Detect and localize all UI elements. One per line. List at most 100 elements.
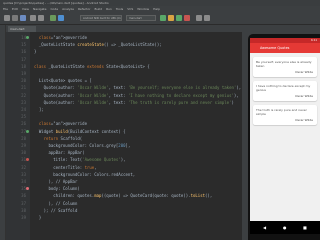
- code-editor[interactable]: class="an">@override _QuoteListState cre…: [30, 32, 242, 240]
- device-selector[interactable]: Android SDK built for x86 (mobile): [80, 15, 122, 21]
- menu-item-navigate[interactable]: Navigate: [33, 7, 46, 11]
- code-line: children: quotes.map((quote) => QuoteCar…: [34, 193, 213, 199]
- search-icon[interactable]: [204, 15, 210, 21]
- code-line: Quote(author: 'Oscar Wilde', text: 'Be y…: [34, 85, 242, 91]
- menu-item-run[interactable]: Run: [106, 7, 112, 11]
- line-number-gutter: 14 15 16 17 18 19 20 21 22 23 24 25 26 27 28 29 30 31 32 33…: [6, 32, 30, 240]
- menu-item-window[interactable]: Window: [137, 7, 149, 11]
- sync-icon[interactable]: [20, 15, 26, 21]
- code-line: ), // Column: [34, 200, 78, 206]
- menu-item-edit[interactable]: Edit: [12, 7, 18, 11]
- code-line: class _QuoteListState extends State<Quot…: [34, 63, 150, 69]
- quote-card: I have nothing to declare except my geni…: [253, 81, 317, 101]
- code-line: }: [34, 49, 37, 55]
- quote-text: Be yourself; everyone else is already ta…: [256, 60, 312, 68]
- code-line: Widget build(BuildContext context) {: [34, 128, 126, 134]
- quote-author: Oscar Wilde: [295, 94, 313, 98]
- run-icon[interactable]: [160, 15, 166, 21]
- quote-author: Oscar Wilde: [295, 70, 313, 74]
- app-bar: Awesome Quotes: [250, 43, 320, 53]
- app-body: Be yourself; everyone else is already ta…: [250, 53, 320, 221]
- code-line: body: Column(: [34, 186, 80, 192]
- undo-icon[interactable]: [30, 15, 36, 21]
- code-line: centerTitle: true,: [34, 164, 97, 170]
- line-number: 33: [21, 171, 26, 177]
- code-line: backgroundColor: Colors.redAccent,: [34, 171, 136, 177]
- line-number: 20: [21, 78, 26, 84]
- line-number: 23: [21, 99, 26, 105]
- menu-item-help[interactable]: Help: [153, 7, 160, 11]
- code-line: return Scaffold(: [43, 135, 83, 141]
- line-number: 27: [21, 128, 26, 134]
- menu-item-file[interactable]: File: [3, 7, 8, 11]
- menu-item-refactor[interactable]: Refactor: [78, 7, 91, 11]
- phone-nav-bar: ◀ ● ■: [250, 221, 320, 234]
- line-number: 22: [21, 92, 26, 98]
- quote-text: The truth is rarely pure and never simpl…: [256, 108, 307, 116]
- line-number: 26: [21, 121, 26, 127]
- code-line: Quote(author: 'Oscar Wilde', text: 'I ha…: [34, 92, 239, 98]
- gutter-marker-icon[interactable]: [26, 187, 29, 191]
- line-number: 24: [21, 107, 26, 112]
- line-number: 15: [21, 42, 26, 48]
- run-config-selector[interactable]: main.dart: [126, 15, 156, 21]
- quote-card: The truth is rarely pure and never simpl…: [253, 105, 317, 125]
- code-line: ];: [34, 107, 44, 112]
- line-number: 30: [21, 150, 26, 156]
- line-number: 19: [21, 71, 26, 76]
- line-number: 28: [21, 135, 26, 141]
- menu-item-analyze[interactable]: Analyze: [62, 7, 74, 11]
- line-number: 17: [21, 56, 26, 62]
- debug-icon[interactable]: [176, 15, 182, 21]
- status-time: 6:11: [311, 39, 317, 42]
- code-line: backgroundColor: Colors.grey[200],: [34, 143, 131, 148]
- line-number: 31: [21, 157, 26, 163]
- quote-author: Oscar Wilde: [295, 118, 313, 122]
- toolbar: Android SDK built for x86 (mobile) main.…: [0, 12, 320, 25]
- recents-icon[interactable]: ■: [303, 225, 307, 230]
- line-number: 38: [21, 207, 26, 213]
- code-line: appBar: AppBar(: [34, 150, 85, 156]
- line-number: 25: [21, 114, 26, 120]
- stop-icon[interactable]: [184, 15, 190, 21]
- line-number: 18: [21, 63, 26, 69]
- home-icon[interactable]: ●: [283, 225, 287, 230]
- line-number: 34: [21, 179, 26, 184]
- line-number: 21: [21, 85, 26, 91]
- code-line: List<Quote> quotes = [: [34, 78, 92, 84]
- code-line: Quote(author: 'Oscar Wilde', text: 'The …: [34, 99, 234, 105]
- line-number: 37: [21, 200, 26, 206]
- ide-window: quotes [D:\projects\quotes] - ...\lib\ma…: [0, 0, 320, 240]
- menu-item-vcs[interactable]: VCS: [127, 7, 133, 11]
- menu-item-build[interactable]: Build: [95, 7, 103, 11]
- sdk-manager-icon[interactable]: [196, 15, 202, 21]
- device-manager-icon[interactable]: [58, 15, 64, 21]
- quote-text: I have nothing to declare except my geni…: [256, 84, 311, 92]
- redo-icon[interactable]: [38, 15, 44, 21]
- hammer-build-icon[interactable]: [50, 15, 56, 21]
- quote-card: Be yourself; everyone else is already ta…: [253, 57, 317, 77]
- code-line: ); // Scaffold: [34, 207, 78, 213]
- hot-reload-icon[interactable]: [168, 15, 174, 21]
- open-folder-icon[interactable]: [4, 15, 10, 21]
- line-number: 36: [21, 193, 26, 199]
- menu-item-view[interactable]: View: [22, 7, 29, 11]
- back-icon[interactable]: ◀: [263, 225, 266, 230]
- code-line: class="an">@override: [38, 35, 87, 40]
- line-number: 39: [21, 215, 26, 220]
- save-icon[interactable]: [12, 15, 18, 21]
- line-number: 14: [21, 35, 26, 40]
- code-line: title: Text('Awesome Quotes'),: [34, 157, 126, 163]
- gutter-marker-icon[interactable]: [26, 129, 29, 133]
- code-line: class="an">@override: [38, 121, 87, 127]
- line-number: 35: [21, 186, 26, 192]
- code-line: }: [34, 215, 42, 220]
- menu-item-tools[interactable]: Tools: [116, 7, 123, 11]
- line-number: 29: [21, 143, 26, 148]
- code-line: _QuoteListState createState() => _QuoteL…: [34, 42, 162, 48]
- menu-item-code[interactable]: Code: [50, 7, 58, 11]
- gutter-marker-icon[interactable]: [26, 158, 29, 162]
- gutter-marker-icon[interactable]: [26, 36, 29, 39]
- line-number: 32: [21, 164, 26, 170]
- editor-tab-bar: main.dart: [6, 25, 242, 32]
